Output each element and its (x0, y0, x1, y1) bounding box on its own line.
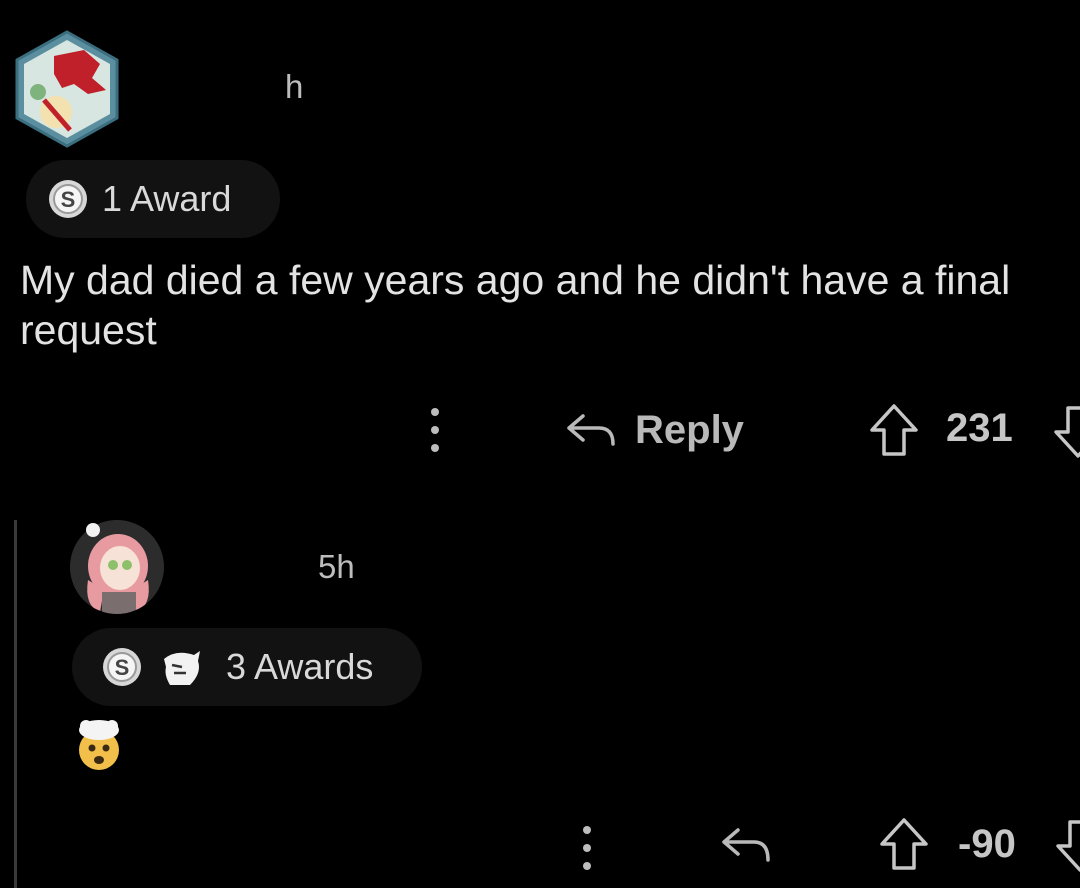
silver-award-icon: S (49, 180, 87, 218)
more-vertical-icon[interactable] (572, 818, 602, 878)
exploding-head-icon (72, 716, 126, 772)
wholesome-award-icon (164, 651, 200, 685)
reply-button[interactable]: Reply (565, 400, 744, 460)
upvote-arrow-icon[interactable] (878, 816, 930, 872)
svg-text:S: S (115, 655, 130, 680)
downvote-arrow-icon[interactable] (1054, 818, 1080, 874)
comment-timestamp: h (285, 68, 304, 105)
anime-avatar-icon[interactable] (70, 520, 164, 614)
reply-timestamp: 5h (318, 548, 355, 585)
award-badge[interactable]: S 1 Award (26, 160, 280, 238)
avatar-illustration (70, 520, 164, 614)
online-status-dot (86, 523, 100, 537)
award-count-label: 1 Award (102, 178, 232, 219)
svg-text:S: S (61, 187, 76, 212)
vote-score: -90 (958, 822, 1016, 866)
award-badge[interactable]: S 3 Awards (72, 628, 422, 706)
more-vertical-icon[interactable] (420, 400, 450, 460)
thread-line[interactable] (14, 520, 17, 888)
downvote-arrow-icon[interactable] (1052, 404, 1080, 460)
vote-score: 231 (946, 406, 1013, 450)
reply-arrow-icon[interactable] (718, 818, 774, 874)
reply-label: Reply (635, 407, 744, 452)
hexagon-avatar-icon[interactable] (14, 30, 120, 148)
silver-award-icon: S (103, 648, 141, 686)
reply-emoji (79, 720, 119, 770)
comment-text: My dad died a few years ago and he didn'… (20, 257, 1011, 353)
reply-arrow-icon (567, 414, 615, 446)
upvote-arrow-icon[interactable] (868, 402, 920, 458)
award-count-label: 3 Awards (226, 646, 374, 687)
